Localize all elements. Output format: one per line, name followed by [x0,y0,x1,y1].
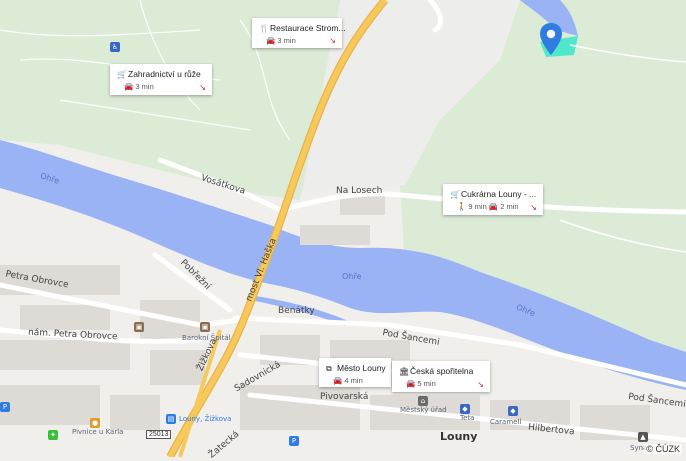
bus-stop-icon[interactable]: ▤ [166,414,176,424]
river-label-ohre-center: Ohře [342,272,362,281]
bank-icon: 🏛 [399,367,410,376]
poi-card-zahradnictvi[interactable]: 🛒Zahradnictví u růže 🚘 3 min ↘ [110,64,212,95]
arrow-icon: ↘ [530,203,537,212]
poi-card-travel-time: 🚘 4 min [333,376,363,385]
accessibility-icon[interactable]: ♿ [110,42,120,52]
fork-knife-icon: 🍴 [259,24,269,33]
street-label-na-losech: Na Losech [336,186,383,196]
poi-label-louny-zizkova: Louny, Žižkova [179,415,232,423]
poi-card-travel-time: 🚘 3 min [266,36,296,45]
government-building-icon[interactable]: ⌂ [418,396,428,406]
arrow-icon: ↘ [329,36,336,45]
location-pin-icon[interactable] [538,22,564,56]
poi-card-title: Česká spořitelna [410,366,474,376]
poi-card-title: Cukrárna Louny - ... [461,189,537,199]
parking-icon-west[interactable]: P [0,402,10,412]
poi-card-title: Zahradnictví u růže [128,69,201,79]
street-label-pivovarska: Pivovarská [320,392,369,402]
copyright-notice: © ČÚZK [644,444,682,454]
cart-icon: 🛒 [450,190,460,199]
town-label-louny: Louny [440,430,478,443]
poi-label-teta: Teta [460,414,475,422]
museum-icon[interactable]: ▣ [200,322,210,332]
poi-card-travel-time: 🚘 3 min [124,82,154,91]
poi-label-barokni-spital: Barokní Špitál [182,334,231,342]
poi-label-mestsky-urad: Městský úřad [400,406,447,414]
arrow-icon: ↘ [199,83,206,92]
poi-card-title: Restaurace Strom... [270,23,346,33]
monument-icon[interactable]: ▲ [638,432,648,442]
cart-icon: 🛒 [117,70,127,79]
poi-card-travel-time: 🚶 9 min 🚘 2 min [457,202,519,211]
poi-label-caramell: Caramell [490,418,522,426]
map-canvas[interactable] [0,0,686,457]
poi-card-restaurace-strom[interactable]: 🍴Restaurace Strom... 🚘 3 min ↘ [252,18,346,48]
arrow-icon: ↘ [477,380,484,389]
poi-label-pivnice-u-karla: Pivnice u Karla [72,428,124,436]
poi-card-cukrarna-louny[interactable]: 🛒Cukrárna Louny - ... 🚶 9 min 🚘 2 min ↘ [443,184,543,215]
parking-icon[interactable]: P [289,436,299,446]
poi-card-travel-time: 🚘 5 min [406,379,436,388]
shopping-bag-icon-2[interactable]: ◆ [508,406,518,416]
shopping-bag-icon[interactable]: ◆ [460,404,470,414]
street-label-benatky: Benátky [278,306,315,316]
sports-icon[interactable]: ✦ [48,430,58,440]
poi-card-title: Město Louny [337,363,386,373]
org-chart-icon: ⧉ [326,364,332,373]
museum-icon-west[interactable]: ▣ [134,322,144,332]
road-number-badge: 25013 [146,430,172,439]
poi-card-mesto-louny[interactable]: ⧉ Město Louny 🚘 4 min [319,358,391,387]
beer-icon[interactable]: ● [90,418,100,428]
poi-card-ceska-sporitelna[interactable]: 🏛Česká spořitelna 🚘 5 min ↘ [392,361,490,392]
